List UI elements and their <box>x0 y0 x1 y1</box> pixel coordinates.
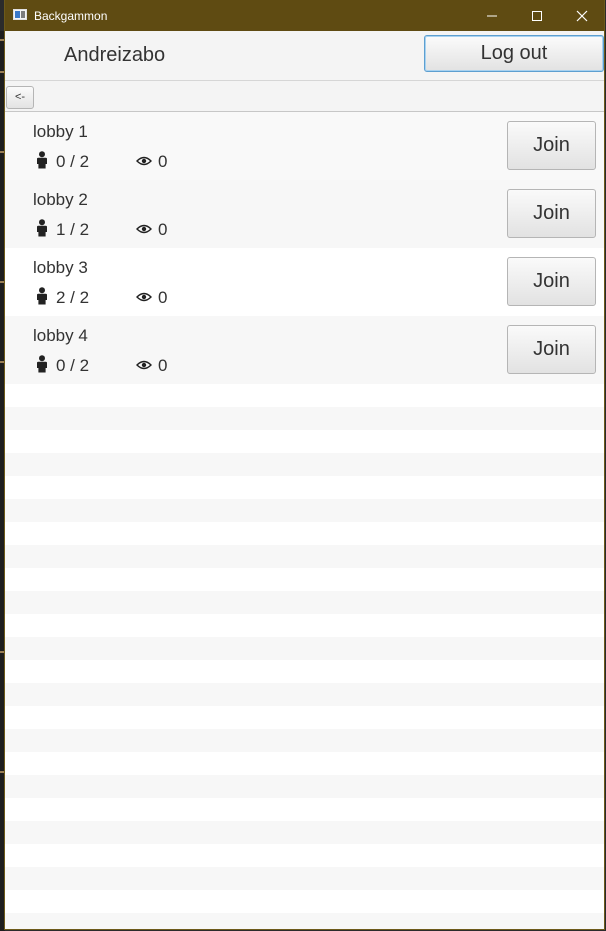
player-count: 0 / 2 <box>56 152 90 171</box>
app-icon <box>13 9 27 20</box>
empty-row <box>5 453 604 476</box>
eye-icon <box>136 224 152 234</box>
join-button[interactable]: Join <box>507 189 596 238</box>
back-button[interactable]: <- <box>6 86 34 109</box>
empty-row <box>5 614 604 637</box>
empty-row <box>5 384 604 407</box>
empty-row <box>5 637 604 660</box>
person-icon <box>37 219 47 237</box>
watcher-count: 0 <box>158 152 168 171</box>
close-icon <box>576 10 588 22</box>
lobby-name: lobby 2 <box>33 190 88 209</box>
empty-row <box>5 407 604 430</box>
eye-icon <box>136 292 152 302</box>
empty-row <box>5 522 604 545</box>
lobby-name: lobby 4 <box>33 326 88 345</box>
join-button[interactable]: Join <box>507 121 596 170</box>
lobby-row: lobby 2 1 / 2 0 Join <box>5 180 604 248</box>
person-icon <box>37 151 47 169</box>
person-icon <box>37 355 47 373</box>
empty-row <box>5 499 604 522</box>
join-button[interactable]: Join <box>507 257 596 306</box>
empty-row <box>5 867 604 890</box>
empty-row <box>5 798 604 821</box>
person-icon <box>37 287 47 305</box>
lobby-name: lobby 1 <box>33 122 88 141</box>
lobby-row: lobby 1 0 / 2 0 Join <box>5 112 604 180</box>
username-label: Andreizabo <box>64 44 166 66</box>
empty-row <box>5 660 604 683</box>
join-button[interactable]: Join <box>507 325 596 374</box>
empty-row <box>5 683 604 706</box>
empty-row <box>5 821 604 844</box>
lobby-row: lobby 4 0 / 2 0 Join <box>5 316 604 384</box>
maximize-icon <box>532 11 542 21</box>
window-title: Backgammon <box>34 9 108 23</box>
empty-row <box>5 430 604 453</box>
empty-row <box>5 913 604 929</box>
empty-row <box>5 591 604 614</box>
eye-icon <box>136 156 152 166</box>
logout-button[interactable]: Log out <box>424 35 604 72</box>
empty-row <box>5 729 604 752</box>
empty-row <box>5 752 604 775</box>
lobby-list[interactable]: lobby 1 0 / 2 0 Join lobby 2 1 / 2 0 Joi… <box>5 112 604 929</box>
close-button[interactable] <box>559 0 604 31</box>
empty-row <box>5 775 604 798</box>
minimize-button[interactable] <box>469 0 515 31</box>
player-count: 0 / 2 <box>56 356 90 375</box>
minimize-icon <box>487 15 497 17</box>
watcher-count: 0 <box>158 220 168 239</box>
empty-row <box>5 568 604 591</box>
maximize-button[interactable] <box>514 0 560 31</box>
player-count: 2 / 2 <box>56 288 90 307</box>
header-bar: Andreizabo Log out <box>5 31 604 81</box>
app-window: Backgammon Andreizabo Log out <- lobby 1… <box>4 0 605 930</box>
eye-icon <box>136 360 152 370</box>
lobby-name: lobby 3 <box>33 258 88 277</box>
title-bar[interactable]: Backgammon <box>5 0 604 31</box>
lobby-row: lobby 3 2 / 2 0 Join <box>5 248 604 316</box>
empty-row <box>5 545 604 568</box>
empty-row <box>5 476 604 499</box>
empty-row <box>5 890 604 913</box>
empty-row <box>5 706 604 729</box>
player-count: 1 / 2 <box>56 220 90 239</box>
watcher-count: 0 <box>158 288 168 307</box>
navigation-bar: <- <box>5 81 604 112</box>
watcher-count: 0 <box>158 356 168 375</box>
empty-row <box>5 844 604 867</box>
